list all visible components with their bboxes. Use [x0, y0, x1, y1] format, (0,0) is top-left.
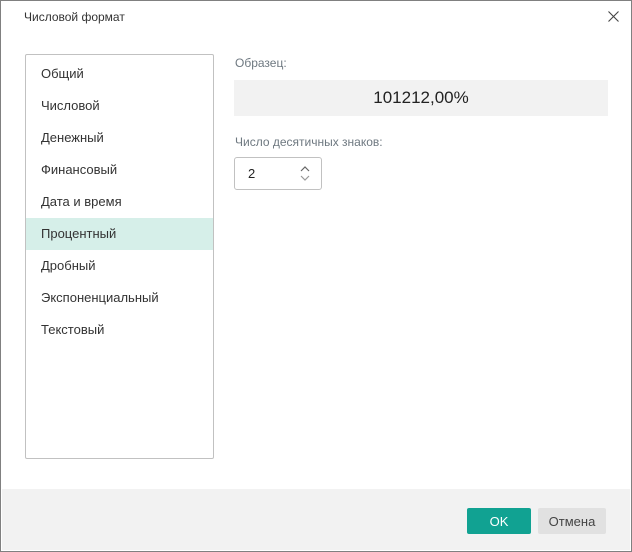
- chevron-down-icon: [300, 169, 310, 184]
- ok-button[interactable]: OK: [467, 508, 531, 534]
- list-item-percentage[interactable]: Процентный: [26, 218, 213, 250]
- decimal-places-label: Число десятичных знаков:: [235, 135, 383, 149]
- list-item-accounting[interactable]: Финансовый: [26, 154, 213, 186]
- sample-value: 101212,00%: [373, 88, 469, 107]
- list-item-general[interactable]: Общий: [26, 58, 213, 90]
- list-item-fraction[interactable]: Дробный: [26, 250, 213, 282]
- spinner-arrows: [300, 166, 310, 181]
- window-title: Числовой формат: [24, 10, 125, 24]
- cancel-button[interactable]: Отмена: [538, 508, 606, 534]
- close-icon: [607, 10, 620, 26]
- sample-preview-box: 101212,00%: [234, 80, 608, 116]
- list-item-currency[interactable]: Денежный: [26, 122, 213, 154]
- number-format-dialog: Числовой формат Общий Числовой Денежный Фин…: [0, 0, 632, 552]
- format-category-list: Общий Числовой Денежный Финансовый Дата и вр…: [25, 54, 214, 459]
- decimal-places-input[interactable]: [235, 158, 298, 189]
- decimal-places-spinner: [234, 157, 322, 190]
- close-button[interactable]: [603, 8, 623, 28]
- footer-bar: [2, 489, 630, 550]
- list-item-text[interactable]: Текстовый: [26, 314, 213, 346]
- list-item-number[interactable]: Числовой: [26, 90, 213, 122]
- spinner-down-button[interactable]: [300, 175, 310, 181]
- list-item-scientific[interactable]: Экспоненциальный: [26, 282, 213, 314]
- title-bar: Числовой формат: [1, 1, 631, 37]
- list-item-date-time[interactable]: Дата и время: [26, 186, 213, 218]
- sample-label: Образец:: [235, 56, 287, 70]
